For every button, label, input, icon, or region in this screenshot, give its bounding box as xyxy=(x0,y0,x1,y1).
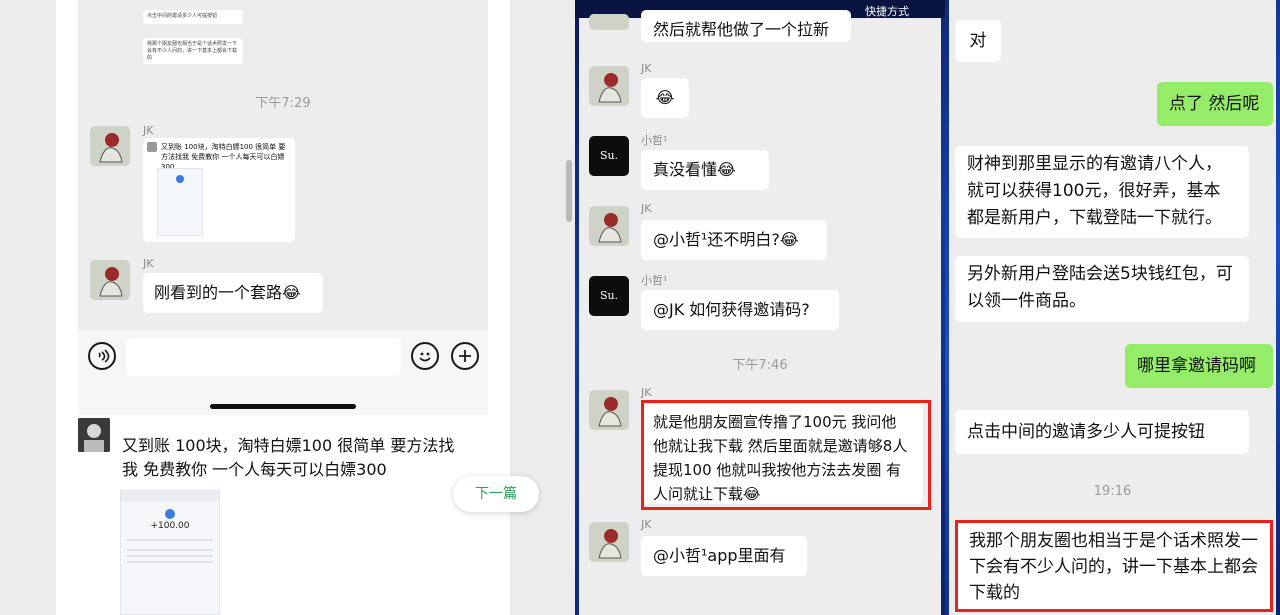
avatar[interactable] xyxy=(90,126,130,166)
text-message[interactable]: 刚看到的一个套路😂 xyxy=(143,273,323,313)
divider xyxy=(127,561,213,563)
sender-name: JK xyxy=(143,124,154,137)
right-screenshot-panel: 对 点了 然后呢 财神到那里显示的有邀请八个人，就可以获得100元，很好弄，基本… xyxy=(945,0,1280,615)
left-margin xyxy=(0,0,56,615)
next-article-button[interactable]: 下一篇 xyxy=(453,476,539,512)
image-message[interactable]: 又到账 100块，淘特白嫖100 很简单 要方法找我 免费教你 一个人每天可以白… xyxy=(143,138,295,242)
sender-name: JK xyxy=(641,518,652,531)
text-message[interactable]: 财神到那里显示的有邀请八个人，就可以获得100元，很好弄，基本都是新用户，下载登… xyxy=(955,146,1249,238)
post-image-amount: +100.00 xyxy=(150,521,190,531)
highlight-box xyxy=(955,520,1273,612)
scrollbar-thumb[interactable] xyxy=(566,160,572,222)
divider xyxy=(127,555,213,557)
voice-icon[interactable] xyxy=(88,342,116,370)
post-avatar[interactable] xyxy=(78,418,110,452)
text-message[interactable]: 点击中间的邀请多少人可提按钮 xyxy=(955,410,1249,454)
text-message[interactable]: @小哲¹还不明白?😂 xyxy=(641,220,827,260)
timestamp: 19:16 xyxy=(1093,484,1132,499)
avatar[interactable] xyxy=(589,522,629,562)
timestamp: 下午7:46 xyxy=(732,358,788,373)
thumbnail-icon xyxy=(176,175,184,183)
avatar[interactable] xyxy=(589,14,629,30)
text-message[interactable]: 对 xyxy=(955,20,1001,62)
screenshot-thumbnail xyxy=(157,168,203,236)
avatar[interactable] xyxy=(589,390,629,430)
post-text: 又到账 100块，淘特白嫖100 很简单 要方法找我 免费教你 一个人每天可以白… xyxy=(122,436,455,479)
text-message[interactable]: 另外新用户登陆会送5块钱红包，可以领一件商品。 xyxy=(955,256,1249,322)
highlight-box xyxy=(641,400,931,510)
text-message[interactable]: 然后就帮他做了一个拉新 xyxy=(641,10,851,42)
avatar[interactable] xyxy=(589,206,629,246)
sender-name: 小哲¹ xyxy=(641,134,668,147)
avatar[interactable] xyxy=(90,260,130,300)
divider xyxy=(127,539,213,541)
avatar[interactable]: Su. xyxy=(589,136,629,176)
wallet-icon xyxy=(165,509,175,519)
sent-message[interactable]: 哪里拿邀请码啊 xyxy=(1125,344,1273,388)
text-message[interactable]: @小哲¹app里面有 xyxy=(641,536,807,576)
chat-area: 对 点了 然后呢 财神到那里显示的有邀请八个人，就可以获得100元，很好弄，基本… xyxy=(949,0,1276,615)
right-margin xyxy=(510,0,575,615)
shortcut-label: 快捷方式 xyxy=(865,5,909,18)
sender-name: 小哲¹ xyxy=(641,274,668,287)
post-image-header xyxy=(121,491,219,501)
message-input[interactable] xyxy=(126,338,401,376)
sender-name: JK xyxy=(641,62,652,75)
emoji-message[interactable]: 😂 xyxy=(641,78,689,118)
text-message[interactable]: @JK 如何获得邀请码? xyxy=(641,290,839,330)
forwarded-bubble-1: 点击中间的邀请多少人可提按钮 xyxy=(143,10,243,24)
avatar[interactable]: Su. xyxy=(589,276,629,316)
emoji-icon[interactable] xyxy=(411,342,439,370)
sender-name: JK xyxy=(143,257,154,270)
home-indicator xyxy=(210,404,356,409)
timestamp: 下午7:29 xyxy=(255,96,311,111)
sent-message[interactable]: 点了 然后呢 xyxy=(1157,82,1273,126)
plus-icon[interactable] xyxy=(451,342,479,370)
middle-screenshot-panel: 快捷方式 然后就帮他做了一个拉新 JK 😂 Su. 小哲¹ 真没看懂😂 JK @… xyxy=(575,0,945,615)
post-image[interactable]: +100.00 xyxy=(120,490,220,615)
sender-name: JK xyxy=(641,202,652,215)
mini-avatar-icon xyxy=(147,142,157,152)
left-screenshot-panel: 点击中间的邀请多少人可提按钮 我那个朋友圈也相当于是个话术照发一下会有不少人问的… xyxy=(0,0,575,615)
sender-name: JK xyxy=(641,386,652,399)
forwarded-bubble-2: 我那个朋友圈也相当于是个话术照发一下会有不少人问的，讲一下基本上都会下载的 xyxy=(143,38,243,64)
divider xyxy=(127,549,213,551)
avatar[interactable] xyxy=(589,66,629,106)
chat-area: 然后就帮他做了一个拉新 JK 😂 Su. 小哲¹ 真没看懂😂 JK @小哲¹还不… xyxy=(579,10,941,615)
text-message[interactable]: 真没看懂😂 xyxy=(641,150,769,190)
